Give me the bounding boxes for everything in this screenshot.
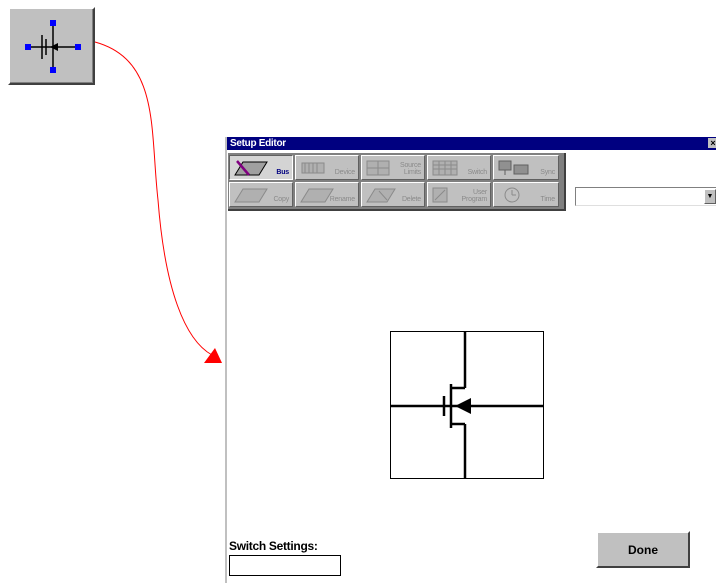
sync-icon — [498, 160, 529, 175]
toolbar-copy-button[interactable]: Copy — [229, 182, 293, 207]
switch-tool-button[interactable] — [8, 7, 95, 85]
switch-settings-label: Switch Settings: — [229, 539, 318, 553]
toolbar-time-button[interactable]: Time — [493, 182, 559, 207]
window-title: Setup Editor — [230, 138, 286, 149]
bus-select-dropdown[interactable]: ▼ — [575, 187, 716, 206]
toolbar-delete-button[interactable]: Delete — [361, 182, 425, 207]
toolbar-user-program-button[interactable]: User Program — [427, 182, 491, 207]
selection-handle — [25, 44, 31, 50]
selection-handle — [75, 44, 81, 50]
selection-handle — [50, 67, 56, 73]
switch-symbol-icon — [25, 20, 81, 73]
toolbar-rename-button[interactable]: Rename — [295, 182, 359, 207]
toolbar-source-limits-button[interactable]: Source Limits — [361, 155, 425, 180]
switch-icon — [432, 160, 458, 176]
time-icon — [504, 187, 520, 203]
delete-icon — [366, 188, 396, 203]
close-icon[interactable]: × — [708, 138, 716, 148]
toolbar: Bus Device Source Limits Switch Sync Cop… — [228, 153, 566, 211]
toolbar-sync-button[interactable]: Sync — [493, 155, 559, 180]
user-program-icon — [432, 187, 448, 203]
arrowhead-icon — [204, 348, 222, 363]
title-bar: Setup Editor × — [227, 137, 716, 150]
switch-settings-field[interactable] — [229, 555, 341, 576]
toolbar-bus-button[interactable]: Bus — [229, 155, 293, 180]
copy-icon — [234, 188, 268, 203]
selection-handle — [50, 20, 56, 26]
done-button[interactable]: Done — [596, 531, 690, 568]
toolbar-device-button[interactable]: Device — [295, 155, 359, 180]
bus-icon — [234, 160, 268, 176]
setup-editor-window: Setup Editor × Bus Device Source Limits … — [225, 137, 716, 583]
chevron-down-icon[interactable]: ▼ — [704, 189, 716, 204]
toolbar-switch-button[interactable]: Switch — [427, 155, 491, 180]
device-icon — [301, 162, 325, 174]
switch-preview-canvas — [390, 331, 544, 479]
source-icon — [366, 160, 390, 176]
switch-symbol-icon — [391, 332, 543, 478]
